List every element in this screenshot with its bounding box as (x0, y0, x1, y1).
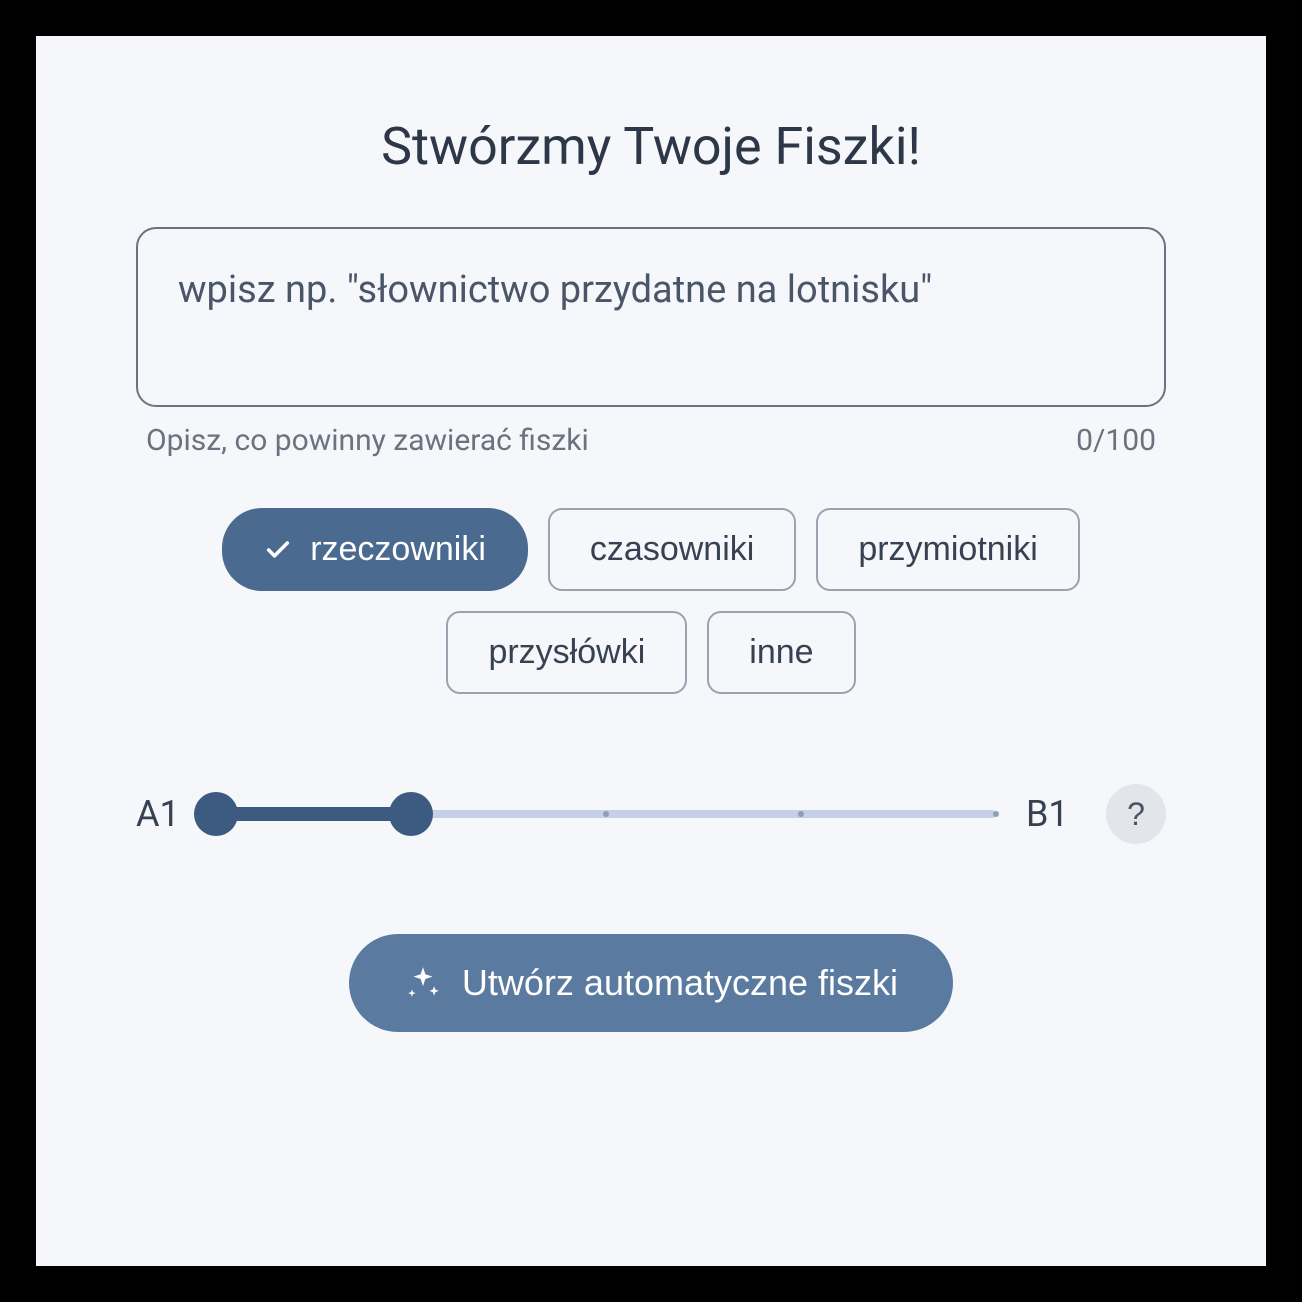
chip-label: przysłówki (488, 633, 645, 672)
check-icon (264, 536, 292, 564)
input-helper-text: Opisz, co powinny zawierać fiszki (146, 423, 589, 458)
flashcard-creator-card: Stwórzmy Twoje Fiszki! Opisz, co powinny… (36, 36, 1266, 1266)
chip-przyslowki[interactable]: przysłówki (446, 611, 687, 694)
level-slider-row: A1 B1 ? (136, 784, 1166, 844)
input-meta-row: Opisz, co powinny zawierać fiszki 0/100 (136, 411, 1166, 458)
create-flashcards-button[interactable]: Utwórz automatyczne fiszki (349, 934, 953, 1032)
slider-tick (603, 811, 609, 817)
chip-label: czasowniki (590, 530, 754, 569)
chip-przymiotniki[interactable]: przymiotniki (816, 508, 1079, 591)
slider-tick (798, 811, 804, 817)
slider-thumb-max[interactable] (389, 792, 433, 836)
sparkle-icon (404, 964, 442, 1002)
help-button[interactable]: ? (1106, 784, 1166, 844)
chip-label: rzeczowniki (310, 530, 486, 569)
chip-label: inne (749, 633, 813, 672)
chip-label: przymiotniki (858, 530, 1037, 569)
slider-fill (216, 807, 411, 821)
slider-max-label: B1 (1026, 793, 1076, 835)
slider-min-label: A1 (136, 793, 186, 835)
description-input[interactable] (136, 227, 1166, 407)
slider-thumb-min[interactable] (194, 792, 238, 836)
slider-tick (993, 811, 999, 817)
word-type-chips: rzeczowniki czasowniki przymiotniki przy… (201, 508, 1101, 694)
create-button-label: Utwórz automatyczne fiszki (462, 962, 898, 1004)
input-char-counter: 0/100 (1076, 423, 1156, 458)
chip-czasowniki[interactable]: czasowniki (548, 508, 796, 591)
description-input-wrapper: Opisz, co powinny zawierać fiszki 0/100 (136, 227, 1166, 458)
chip-rzeczowniki[interactable]: rzeczowniki (222, 508, 528, 591)
question-mark-icon: ? (1127, 796, 1145, 833)
chip-inne[interactable]: inne (707, 611, 855, 694)
page-title: Stwórzmy Twoje Fiszki! (381, 116, 921, 177)
level-range-slider[interactable] (216, 789, 996, 839)
